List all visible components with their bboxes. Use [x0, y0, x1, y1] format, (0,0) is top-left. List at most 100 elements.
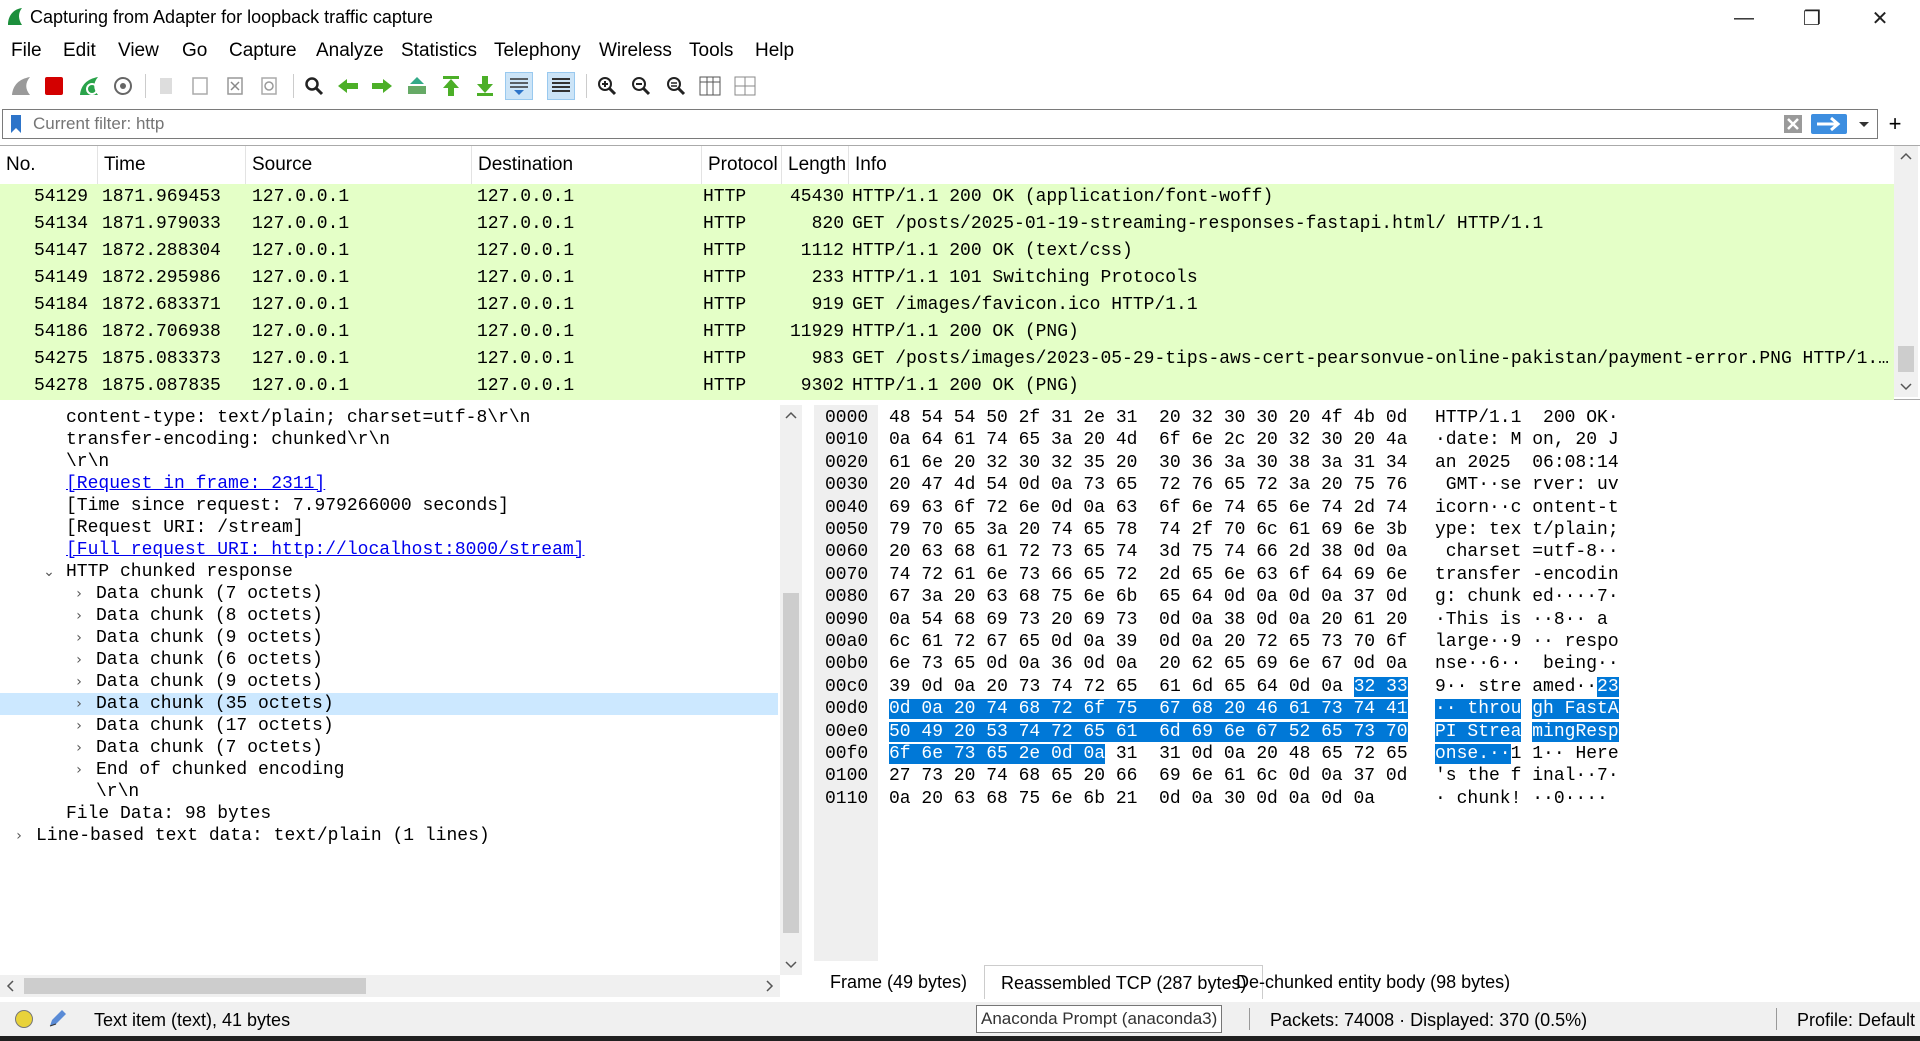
close-button[interactable]: ✕ [1846, 0, 1914, 36]
menu-edit[interactable]: Edit [63, 40, 96, 62]
go-last-packet-button[interactable] [471, 72, 499, 100]
ascii-bytes[interactable]: ·· throu gh FastA [1435, 698, 1619, 720]
packet-row[interactable]: 54149 1872.295986 127.0.0.1 127.0.0.1 HTTP 23… [0, 265, 1894, 292]
tab-dechunked-body[interactable]: De-chunked entity body (98 bytes) [1220, 965, 1526, 999]
zoom-in-button[interactable] [593, 72, 621, 100]
display-filter-input[interactable] [33, 112, 1773, 136]
detail-tree-item[interactable]: › Data chunk (8 octets) [0, 605, 778, 627]
detail-tree-item[interactable]: ⌄ HTTP chunked response [0, 561, 778, 583]
close-file-button[interactable] [221, 72, 249, 100]
status-profile[interactable]: Profile: Default [1797, 1010, 1915, 1031]
chevron-down-icon[interactable] [1855, 114, 1873, 134]
hex-bytes[interactable]: 20 47 4d 54 0d 0a 73 65 72 76 65 72 3a 2… [889, 474, 1407, 496]
packet-list-scrollbar[interactable] [1894, 146, 1918, 397]
hex-bytes[interactable]: 6c 61 72 67 65 0d 0a 39 0d 0a 20 72 65 7… [889, 631, 1407, 653]
edit-comment-icon[interactable] [47, 1009, 69, 1029]
zoom-out-button[interactable] [627, 72, 655, 100]
menu-tools[interactable]: Tools [689, 40, 733, 62]
scrollbar-thumb[interactable] [1898, 346, 1914, 372]
hex-row[interactable]: 0050 79 70 65 3a 20 74 65 78 74 2f 70 6c … [814, 519, 1914, 541]
hex-row[interactable]: 00d0 0d 0a 20 74 68 72 6f 75 67 68 20 46 … [814, 698, 1914, 720]
hex-bytes[interactable]: 79 70 65 3a 20 74 65 78 74 2f 70 6c 61 6… [889, 519, 1407, 541]
menu-view[interactable]: View [118, 40, 159, 62]
ascii-bytes[interactable]: PI Strea mingResp [1435, 721, 1619, 743]
hex-row[interactable]: 0000 48 54 54 50 2f 31 2e 31 20 32 30 30 … [814, 407, 1914, 429]
hex-bytes[interactable]: 0a 20 63 68 75 6e 6b 21 0d 0a 30 0d 0a 0… [889, 788, 1375, 810]
detail-tree-item[interactable]: › Data chunk (6 octets) [0, 649, 778, 671]
column-header-protocol[interactable]: Protocol [702, 146, 782, 184]
ascii-bytes[interactable]: HTTP/1.1 200 OK· [1435, 407, 1619, 429]
go-to-packet-button[interactable] [403, 72, 431, 100]
resize-columns-button[interactable] [696, 72, 724, 100]
go-back-button[interactable] [334, 72, 362, 100]
column-header-info[interactable]: Info [849, 146, 1894, 184]
menu-go[interactable]: Go [182, 40, 207, 62]
ascii-bytes[interactable]: g: chunk ed····7· [1435, 586, 1619, 608]
start-capture-button[interactable] [7, 72, 35, 100]
normal-size-button[interactable] [662, 72, 690, 100]
save-file-button[interactable] [186, 72, 214, 100]
packet-row[interactable]: 54184 1872.683371 127.0.0.1 127.0.0.1 HTTP 91… [0, 292, 1894, 319]
hex-row[interactable]: 0010 0a 64 61 74 65 3a 20 4d 6f 6e 2c 20 … [814, 429, 1914, 451]
detail-tree-item[interactable]: › Data chunk (7 octets) [0, 737, 778, 759]
hex-bytes[interactable]: 74 72 61 6e 73 66 65 72 2d 65 6e 63 6f 6… [889, 564, 1407, 586]
apply-filter-button[interactable] [1811, 114, 1847, 134]
detail-tree-item[interactable]: › End of chunked encoding [0, 759, 778, 781]
open-file-button[interactable] [152, 72, 180, 100]
hex-bytes[interactable]: 67 3a 20 63 68 75 6e 6b 65 64 0d 0a 0d 0… [889, 586, 1407, 608]
menu-help[interactable]: Help [755, 40, 794, 62]
layout-button[interactable] [731, 72, 759, 100]
hex-bytes[interactable]: 69 63 6f 72 6e 0d 0a 63 6f 6e 74 65 6e 7… [889, 497, 1407, 519]
restore-button[interactable]: ❐ [1778, 0, 1846, 36]
detail-tree-item[interactable]: \r\n [0, 451, 778, 473]
detail-tree-item[interactable]: › Data chunk (9 octets) [0, 627, 778, 649]
detail-tree-item[interactable]: [Time since request: 7.979266000 seconds… [0, 495, 778, 517]
chevron-right-icon[interactable]: › [12, 825, 26, 852]
restart-capture-button[interactable] [75, 72, 103, 100]
detail-tree-item[interactable]: › Data chunk (35 octets) [0, 693, 778, 715]
hex-row[interactable]: 0030 20 47 4d 54 0d 0a 73 65 72 76 65 72 … [814, 474, 1914, 496]
hex-row[interactable]: 00c0 39 0d 0a 20 73 74 72 65 61 6d 65 64 … [814, 676, 1914, 698]
hex-row[interactable]: 0100 27 73 20 74 68 65 20 66 69 6e 61 6c … [814, 765, 1914, 787]
ascii-bytes[interactable]: ·date: M on, 20 J [1435, 429, 1619, 451]
detail-tree-item[interactable]: File Data: 98 bytes [0, 803, 778, 825]
hex-bytes[interactable]: 0a 64 61 74 65 3a 20 4d 6f 6e 2c 20 32 3… [889, 429, 1407, 451]
detail-tree-item[interactable]: transfer-encoding: chunked\r\n [0, 429, 778, 451]
column-header-destination[interactable]: Destination [472, 146, 702, 184]
detail-tree-item[interactable]: › Line-based text data: text/plain (1 lin… [0, 825, 778, 847]
hex-row[interactable]: 00a0 6c 61 72 67 65 0d 0a 39 0d 0a 20 72 … [814, 631, 1914, 653]
go-forward-button[interactable] [368, 72, 396, 100]
column-header-time[interactable]: Time [98, 146, 246, 184]
capture-options-button[interactable] [109, 72, 137, 100]
menu-capture[interactable]: Capture [229, 40, 297, 62]
detail-tree-item[interactable]: › Data chunk (17 octets) [0, 715, 778, 737]
packet-row[interactable]: 54129 1871.969453 127.0.0.1 127.0.0.1 HTTP 45… [0, 184, 1894, 211]
hex-bytes[interactable]: 27 73 20 74 68 65 20 66 69 6e 61 6c 0d 0… [889, 765, 1407, 787]
hex-row[interactable]: 0090 0a 54 68 69 73 20 69 73 0d 0a 38 0d … [814, 609, 1914, 631]
clear-filter-icon[interactable] [1783, 114, 1803, 134]
details-vertical-scrollbar[interactable] [780, 405, 802, 975]
hex-row[interactable]: 0040 69 63 6f 72 6e 0d 0a 63 6f 6e 74 65 … [814, 497, 1914, 519]
ascii-bytes[interactable]: ype: tex t/plain; [1435, 519, 1619, 541]
hex-bytes[interactable]: 6e 73 65 0d 0a 36 0d 0a 20 62 65 69 6e 6… [889, 653, 1407, 675]
hex-row[interactable]: 00f0 6f 6e 73 65 2e 0d 0a 31 31 0d 0a 20 … [814, 743, 1914, 765]
menu-wireless[interactable]: Wireless [599, 40, 672, 62]
packet-row[interactable]: 54134 1871.979033 127.0.0.1 127.0.0.1 HTTP 82… [0, 211, 1894, 238]
expert-info-icon[interactable] [14, 1009, 34, 1029]
hex-row[interactable]: 00e0 50 49 20 53 74 72 65 61 6d 69 6e 67 … [814, 721, 1914, 743]
ascii-bytes[interactable]: an 2025 06:08:14 [1435, 452, 1619, 474]
tab-frame-bytes[interactable]: Frame (49 bytes) [814, 965, 983, 999]
ascii-bytes[interactable]: 9·· stre amed··23 [1435, 676, 1619, 698]
minimize-button[interactable]: — [1710, 0, 1778, 36]
hex-bytes[interactable]: 50 49 20 53 74 72 65 61 6d 69 6e 67 52 6… [889, 721, 1408, 743]
ascii-bytes[interactable]: 's the f inal··7· [1435, 765, 1619, 787]
detail-tree-item[interactable]: [Request in frame: 2311] [0, 473, 778, 495]
ascii-bytes[interactable]: GMT··se rver: uv [1435, 474, 1619, 496]
packet-row[interactable]: 54275 1875.083373 127.0.0.1 127.0.0.1 HTTP 98… [0, 346, 1894, 373]
menu-analyze[interactable]: Analyze [316, 40, 384, 62]
add-filter-button[interactable]: + [1878, 109, 1912, 139]
column-header-no[interactable]: No. [0, 146, 98, 184]
hex-row[interactable]: 00b0 6e 73 65 0d 0a 36 0d 0a 20 62 65 69 … [814, 653, 1914, 675]
scrollbar-thumb[interactable] [24, 978, 366, 994]
packet-row[interactable]: 54186 1872.706938 127.0.0.1 127.0.0.1 HTTP 11… [0, 319, 1894, 346]
